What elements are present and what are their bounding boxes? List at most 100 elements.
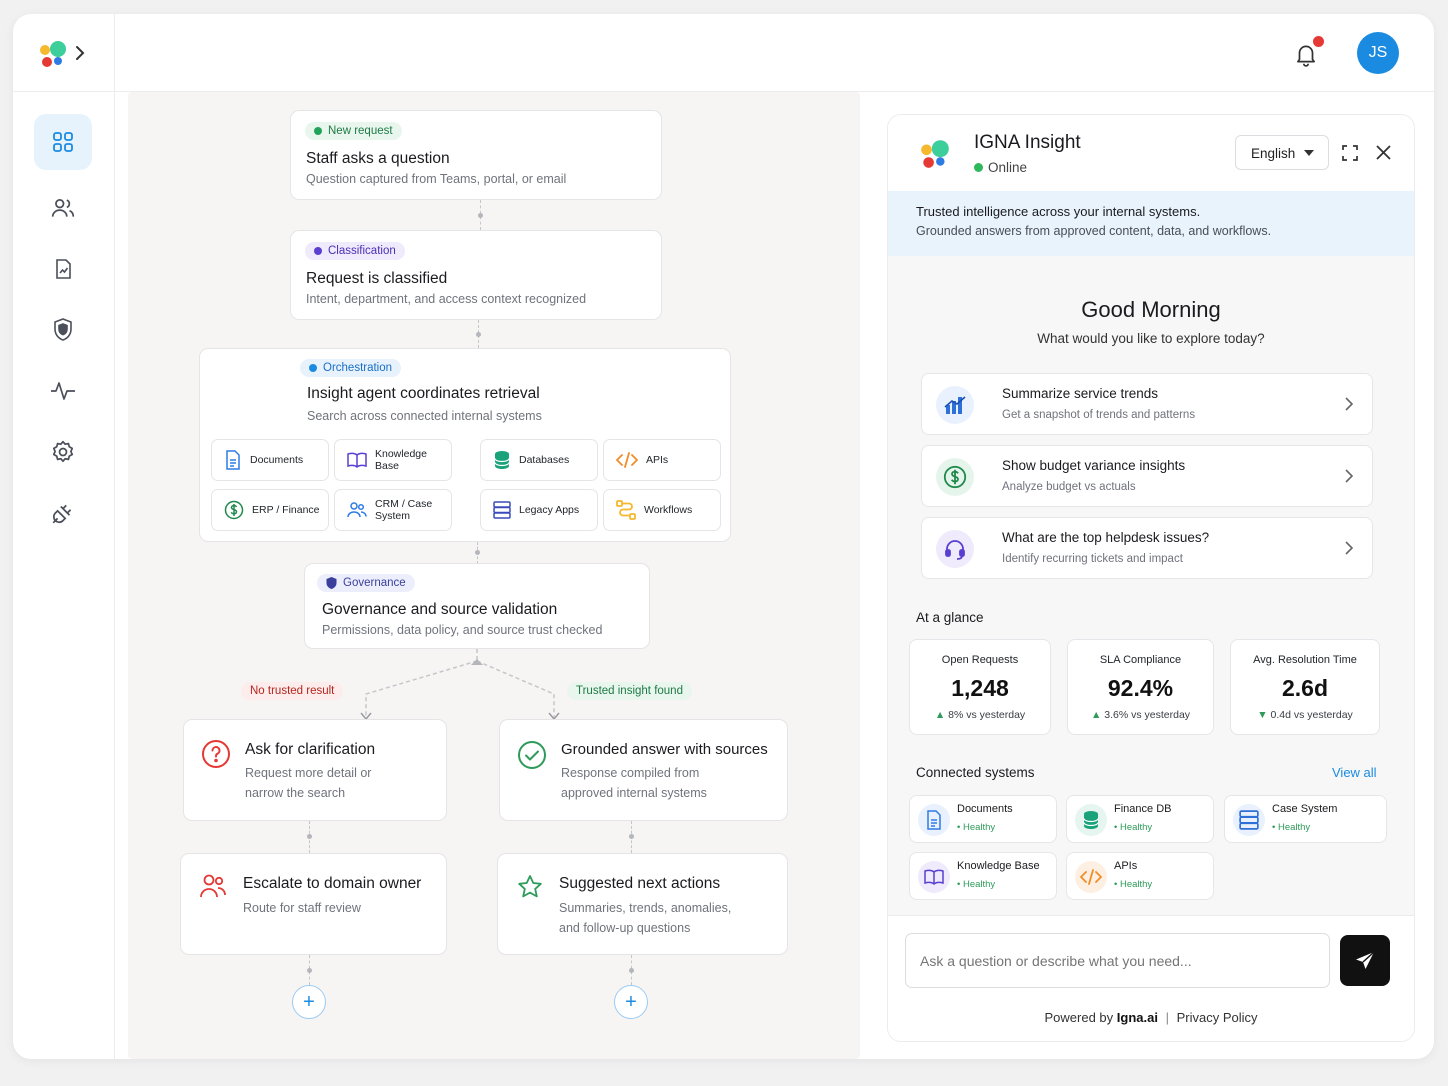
footer-separator: |: [1165, 1010, 1169, 1025]
branch-label-trusted-insight-found: Trusted insight found: [567, 682, 692, 700]
view-all-link[interactable]: View all: [1332, 765, 1377, 780]
workflow-canvas: New request Staff asks a question Questi…: [128, 92, 860, 1059]
step-subtitle-line2: and follow-up questions: [559, 921, 691, 935]
report-icon: [56, 259, 71, 279]
stat-label: Open Requests: [941, 654, 1019, 666]
step-orchestration-card[interactable]: Orchestration Insight agent coordinates …: [199, 348, 731, 542]
dollar-icon: [936, 458, 974, 496]
system-apis[interactable]: APIs • Healthy: [1066, 852, 1214, 900]
stat-delta: ▼ 0.4d vs yesterday: [1257, 709, 1353, 721]
suggestion-title: Show budget variance insights: [1002, 458, 1186, 473]
suggestion-title: What are the top helpdesk issues?: [1002, 530, 1210, 545]
greeting: Good Morning: [1081, 297, 1221, 322]
panel-title: IGNA Insight: [974, 132, 1081, 153]
sidebar-item-reports[interactable]: [34, 241, 92, 297]
source-erp-finance[interactable]: ERP / Finance: [211, 489, 329, 531]
connector-dot: [475, 550, 480, 555]
shield-icon: [54, 318, 72, 341]
info-banner: Trusted intelligence across your interna…: [888, 191, 1414, 256]
sidebar-item-settings[interactable]: [34, 424, 92, 480]
add-step-button[interactable]: +: [292, 985, 326, 1019]
system-status: • Healthy: [1272, 822, 1311, 833]
send-button[interactable]: [1340, 935, 1390, 986]
caret-down-icon: [1304, 150, 1314, 156]
system-finance-db[interactable]: Finance DB • Healthy: [1066, 795, 1214, 843]
ask-clarification-card[interactable]: Ask for clarification Request more detai…: [183, 719, 447, 821]
source-crm-case-system[interactable]: CRM / Case System: [334, 489, 452, 531]
step-subtitle: Search across connected internal systems: [307, 409, 542, 423]
source-knowledge-base[interactable]: Knowledge Base: [334, 439, 452, 481]
sidebar-item-users[interactable]: [34, 180, 92, 236]
sidebar-item-dashboard[interactable]: [34, 114, 92, 170]
status-badge: Governance: [317, 574, 415, 592]
shield-icon: [326, 577, 337, 589]
users-icon: [347, 502, 367, 518]
banner-title: Trusted intelligence across your interna…: [916, 204, 1201, 219]
step-subtitle: Route for staff review: [243, 901, 361, 915]
trend-up-icon: ▲: [1090, 709, 1102, 721]
privacy-policy-link[interactable]: Privacy Policy: [1177, 1010, 1258, 1025]
trend-up-icon: ▲: [934, 709, 946, 721]
system-status: • Healthy: [1114, 879, 1153, 890]
step-title: Suggested next actions: [559, 875, 721, 892]
sidebar-item-integrations[interactable]: [34, 485, 92, 541]
banner-subtitle: Grounded answers from approved content, …: [916, 224, 1272, 238]
next-actions-card[interactable]: Suggested next actions Summaries, trends…: [497, 853, 788, 955]
connector-dot: [629, 968, 634, 973]
dollar-icon: [224, 500, 244, 520]
server-icon: [493, 501, 511, 519]
book-icon: [918, 861, 950, 893]
stat-delta: ▲ 8% vs yesterday: [934, 709, 1026, 721]
online-status: Online: [974, 160, 1027, 175]
plug-icon: [52, 504, 72, 524]
system-name: Case System: [1272, 803, 1338, 815]
glance-title: At a glance: [916, 610, 984, 625]
source-documents[interactable]: Documents: [211, 439, 329, 481]
step-new-request-card[interactable]: New request Staff asks a question Questi…: [290, 110, 662, 200]
expand-sidebar-button[interactable]: [73, 44, 87, 62]
grounded-answer-card[interactable]: Grounded answer with sources Response co…: [499, 719, 788, 821]
language-select[interactable]: English: [1235, 135, 1329, 170]
expand-icon[interactable]: [1342, 145, 1358, 161]
source-databases[interactable]: Databases: [480, 439, 598, 481]
suggestion-budget-variance[interactable]: Show budget variance insights Analyze bu…: [921, 445, 1373, 507]
step-subtitle-line1: Response compiled from: [561, 766, 700, 780]
step-title: Governance and source validation: [322, 601, 558, 618]
suggestion-helpdesk-issues[interactable]: What are the top helpdesk issues? Identi…: [921, 517, 1373, 579]
system-status: • Healthy: [957, 879, 996, 890]
sidebar-item-security[interactable]: [34, 302, 92, 358]
question-input[interactable]: [905, 933, 1330, 988]
server-icon: [1233, 804, 1265, 836]
suggestion-service-trends[interactable]: Summarize service trends Get a snapshot …: [921, 373, 1373, 435]
add-step-button[interactable]: +: [614, 985, 648, 1019]
status-badge: New request: [305, 122, 402, 140]
system-knowledge-base[interactable]: Knowledge Base • Healthy: [909, 852, 1057, 900]
source-apis[interactable]: APIs: [603, 439, 721, 481]
source-legacy-apps[interactable]: Legacy Apps: [480, 489, 598, 531]
step-title: Escalate to domain owner: [243, 875, 422, 892]
stat-open-requests: Open Requests 1,248 ▲ 8% vs yesterday: [909, 639, 1051, 735]
source-workflows[interactable]: Workflows: [603, 489, 721, 531]
step-title: Staff asks a question: [306, 150, 450, 167]
chevron-right-icon: [1345, 397, 1354, 411]
step-subtitle-line1: Summaries, trends, anomalies,: [559, 901, 732, 915]
close-icon[interactable]: [1376, 145, 1391, 160]
powered-by-text: Powered by: [1044, 1010, 1114, 1025]
systems-title: Connected systems: [916, 765, 1035, 780]
avatar[interactable]: JS: [1357, 32, 1399, 74]
assistant-panel: IGNA Insight Online English Trusted inte…: [887, 114, 1415, 1042]
system-case-system[interactable]: Case System • Healthy: [1224, 795, 1387, 843]
database-icon: [494, 451, 510, 469]
suggestion-subtitle: Get a snapshot of trends and patterns: [1002, 409, 1196, 421]
step-title: Ask for clarification: [245, 741, 376, 758]
stat-delta: ▲ 3.6% vs yesterday: [1090, 709, 1191, 721]
composer-area: Powered by Igna.ai | Privacy Policy: [888, 915, 1414, 1041]
escalate-card[interactable]: Escalate to domain owner Route for staff…: [180, 853, 447, 955]
trend-down-icon: ▼: [1257, 709, 1268, 721]
gear-icon: [52, 440, 74, 463]
step-governance-card[interactable]: Governance Governance and source validat…: [304, 563, 650, 649]
sidebar-item-activity[interactable]: [34, 363, 92, 419]
brand-link[interactable]: Igna.ai: [1117, 1010, 1158, 1025]
step-classification-card[interactable]: Classification Request is classified Int…: [290, 230, 662, 320]
system-documents[interactable]: Documents • Healthy: [909, 795, 1057, 843]
